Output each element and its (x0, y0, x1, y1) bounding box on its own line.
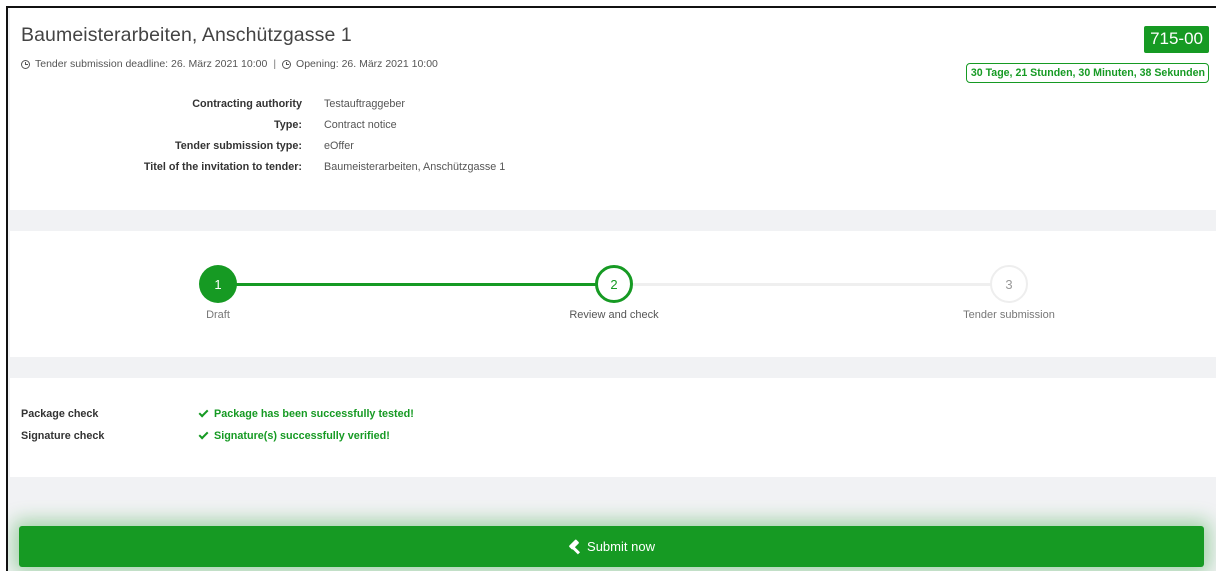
info-value: Contract notice (324, 119, 397, 131)
info-label: Type: (274, 119, 302, 131)
check-label: Signature check (21, 430, 105, 442)
stepper-track-completed (220, 283, 614, 286)
step-3-label: Tender submission (963, 309, 1055, 321)
check-status: Package has been successfully tested! (198, 407, 414, 420)
step-2-circle[interactable]: 2 (595, 265, 633, 303)
info-row-type: Type: Contract notice (10, 119, 710, 141)
info-row-invitation-title: Titel of the invitation to tender: Baume… (10, 161, 710, 183)
info-row-submission-type: Tender submission type: eOffer (10, 140, 710, 162)
info-value: Testauftraggeber (324, 98, 406, 110)
meta-separator: | (273, 58, 277, 70)
info-value: Baumeisterarbeiten, Anschützgasse 1 (324, 161, 506, 173)
step-2-label: Review and check (569, 309, 659, 321)
checkmark-icon (198, 407, 209, 418)
step-3-circle: 3 (990, 265, 1028, 303)
gavel-icon (568, 540, 582, 554)
tender-submission-page: Baumeisterarbeiten, Anschützgasse 1 Tend… (6, 6, 1216, 571)
check-status-text: Signature(s) successfully verified! (214, 430, 390, 442)
check-label: Package check (21, 408, 99, 420)
tender-dates: Tender submission deadline: 26. März 202… (21, 58, 438, 70)
signature-check-row: Signature check Signature(s) successfull… (21, 429, 621, 446)
check-status-text: Package has been successfully tested! (214, 408, 414, 420)
tender-header-card: Baumeisterarbeiten, Anschützgasse 1 Tend… (10, 8, 1216, 210)
step-1-circle[interactable]: 1 (199, 265, 237, 303)
checkmark-icon (198, 429, 209, 440)
submit-button-label: Submit now (587, 539, 655, 554)
opening-date: Opening: 26. März 2021 10:00 (296, 58, 438, 70)
tender-id-badge: 715-00 (1144, 26, 1209, 53)
progress-stepper: 1 Draft 2 Review and check 3 Tender subm… (10, 231, 1216, 357)
info-label: Tender submission type: (175, 140, 302, 152)
checks-card: Package check Package has been successfu… (10, 378, 1216, 477)
countdown-badge: 30 Tage, 21 Stunden, 30 Minuten, 38 Seku… (965, 63, 1209, 83)
info-label: Contracting authority (192, 98, 302, 110)
submit-now-button[interactable]: Submit now (19, 526, 1204, 567)
package-check-row: Package check Package has been successfu… (21, 407, 621, 424)
page-title: Baumeisterarbeiten, Anschützgasse 1 (21, 24, 352, 46)
info-row-contracting-authority: Contracting authority Testauftraggeber (10, 98, 710, 120)
clock-icon (21, 59, 30, 69)
info-label: Titel of the invitation to tender: (143, 161, 302, 173)
info-value: eOffer (324, 140, 354, 152)
step-1-label: Draft (206, 309, 230, 321)
submission-deadline: Tender submission deadline: 26. März 202… (35, 58, 268, 70)
clock-icon (282, 59, 292, 69)
check-status: Signature(s) successfully verified! (198, 429, 390, 442)
